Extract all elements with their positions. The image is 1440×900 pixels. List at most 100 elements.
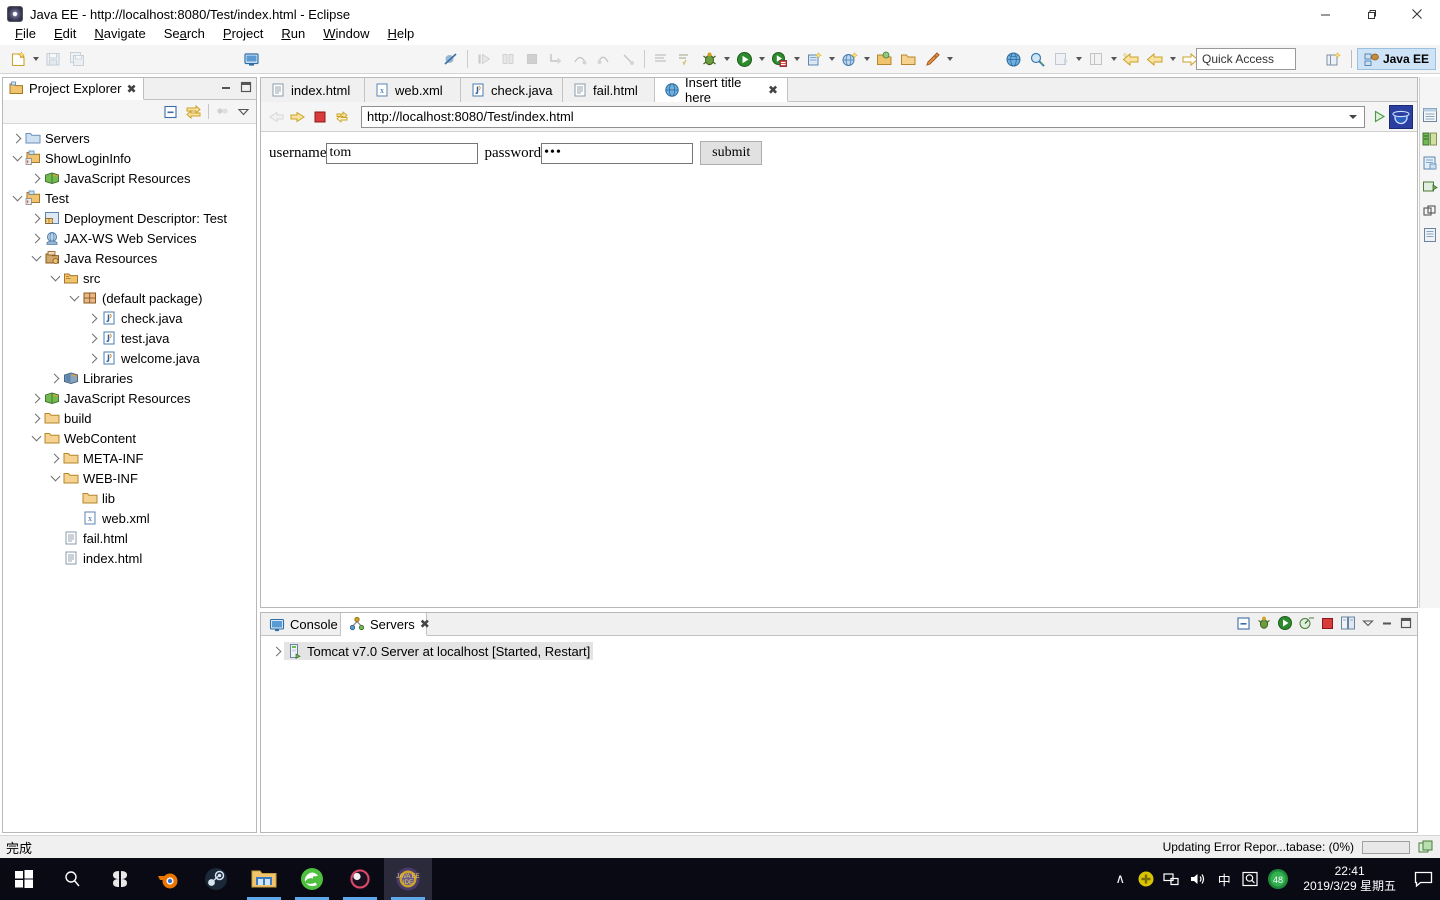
open-resource-icon[interactable] [873, 48, 895, 70]
panel-tab-servers[interactable]: Servers ✖ [341, 613, 430, 636]
tray-ime-icon[interactable]: 中 [1211, 858, 1237, 900]
open-perspective-button[interactable] [1322, 48, 1346, 70]
tray-overflow-button[interactable]: ∧ [1107, 858, 1133, 900]
tree-item-web-inf[interactable]: WEB-INF [3, 468, 256, 488]
project-tree[interactable]: Servers ShowLoginInfo JavaScript Resourc… [3, 124, 256, 830]
tree-item-web-xml[interactable]: x web.xml [3, 508, 256, 528]
tree-item-welcome-java[interactable]: welcome.java [3, 348, 256, 368]
editor-tab-web-xml[interactable]: x web.xml [365, 78, 461, 102]
tree-item-meta-inf[interactable]: META-INF [3, 448, 256, 468]
new-annotation-icon[interactable] [921, 48, 943, 70]
username-input[interactable] [326, 142, 479, 164]
run-on-server-dropdown-arrow-icon[interactable] [791, 48, 802, 70]
view-menu-arrow-icon[interactable] [1361, 616, 1375, 630]
chevron-down-icon[interactable] [30, 248, 43, 268]
servers-list[interactable]: Tomcat v7.0 Server at localhost [Started… [261, 636, 1417, 661]
perspective-java-ee-button[interactable]: Java EE [1356, 48, 1436, 70]
new-web-element-icon[interactable] [838, 48, 860, 70]
chevron-down-icon[interactable] [11, 148, 24, 168]
maximize-icon[interactable] [1399, 616, 1413, 630]
chevron-right-icon[interactable] [30, 408, 43, 428]
chevron-right-icon[interactable] [30, 388, 43, 408]
forward-arrow-icon[interactable] [287, 106, 309, 128]
chevron-right-icon[interactable] [30, 168, 43, 188]
chevron-right-icon[interactable] [49, 368, 62, 388]
steam-app[interactable] [192, 858, 240, 900]
palette-view-icon[interactable] [1422, 131, 1438, 147]
internet-explorer-icon[interactable] [1389, 104, 1413, 129]
close-icon[interactable]: ✖ [420, 617, 430, 631]
go-button[interactable] [1369, 106, 1389, 128]
tree-item-test-java[interactable]: test.java [3, 328, 256, 348]
debug-icon[interactable] [698, 48, 720, 70]
snippets-view-icon[interactable] [1422, 155, 1438, 171]
minimize-icon[interactable] [1380, 616, 1394, 630]
stop-server-icon[interactable] [1320, 616, 1335, 631]
tray-badge-icon[interactable]: 48 [1263, 858, 1293, 900]
publish-icon[interactable] [1340, 615, 1356, 631]
chevron-down-icon[interactable] [49, 268, 62, 288]
properties-view-icon[interactable] [1422, 179, 1438, 195]
url-bar[interactable]: http://localhost:8080/Test/index.html [361, 105, 1365, 128]
menu-project[interactable]: Project [214, 24, 272, 43]
server-row[interactable]: Tomcat v7.0 Server at localhost [Started… [261, 641, 1417, 661]
servers-view-icon[interactable] [1422, 227, 1438, 243]
tree-item-index-html[interactable]: index.html [3, 548, 256, 568]
refresh-icon[interactable] [331, 106, 353, 128]
view-menu-arrow-icon[interactable] [237, 105, 250, 118]
eclipse-app[interactable]: JAVA EE IDE [384, 858, 432, 900]
search-icon[interactable] [1026, 48, 1048, 70]
collapse-all-icon[interactable] [163, 104, 179, 120]
chevron-right-icon[interactable] [30, 228, 43, 248]
tree-item-lib[interactable]: lib [3, 488, 256, 508]
last-edit-dropdown-arrow-icon[interactable] [1073, 48, 1084, 70]
run-dropdown-arrow-icon[interactable] [756, 48, 767, 70]
chevron-right-icon[interactable] [87, 328, 100, 348]
collapse-all-icon[interactable] [1236, 616, 1251, 631]
menu-navigate[interactable]: Navigate [85, 24, 154, 43]
tree-item-showlogininfo[interactable]: ShowLoginInfo [3, 148, 256, 168]
url-history-dropdown-icon[interactable] [1346, 115, 1360, 119]
debug-dropdown-arrow-icon[interactable] [721, 48, 732, 70]
tree-item-src[interactable]: src [3, 268, 256, 288]
tree-item-javascript-resources[interactable]: JavaScript Resources [3, 388, 256, 408]
back-icon[interactable] [1144, 48, 1166, 70]
menu-window[interactable]: Window [314, 24, 378, 43]
tree-item-webcontent[interactable]: WebContent [3, 428, 256, 448]
password-input[interactable] [541, 142, 694, 164]
chevron-right-icon[interactable] [49, 448, 62, 468]
close-icon[interactable]: ✖ [126, 82, 136, 96]
menu-search[interactable]: Search [155, 24, 214, 43]
progress-view-icon[interactable] [1418, 840, 1434, 855]
tree-item-test[interactable]: Test [3, 188, 256, 208]
chevron-right-icon[interactable] [11, 128, 24, 148]
new-web-element-dropdown-arrow-icon[interactable] [861, 48, 872, 70]
chevron-right-icon[interactable] [87, 308, 100, 328]
debug-server-icon[interactable] [1256, 615, 1272, 631]
blender-app[interactable] [144, 858, 192, 900]
profile-server-icon[interactable] [1298, 615, 1315, 631]
menu-run[interactable]: Run [272, 24, 314, 43]
minimize-icon[interactable] [219, 80, 233, 94]
chevron-right-icon[interactable] [271, 641, 284, 661]
close-icon[interactable]: ✖ [768, 83, 778, 97]
tree-item-check-java[interactable]: check.java [3, 308, 256, 328]
editor-tab-insert-title-here[interactable]: Insert title here ✖ [655, 75, 788, 105]
web-browser-icon[interactable] [1002, 48, 1024, 70]
stop-icon[interactable] [309, 106, 331, 128]
maximize-icon[interactable] [239, 80, 253, 94]
new-server-icon[interactable] [240, 48, 262, 70]
editor-tab-check-java[interactable]: check.java [461, 78, 563, 102]
chevron-down-icon[interactable] [68, 288, 81, 308]
markers-view-icon[interactable] [1422, 203, 1438, 219]
new-java-project-dropdown-arrow-icon[interactable] [826, 48, 837, 70]
chevron-down-icon[interactable] [11, 188, 24, 208]
run-icon[interactable] [733, 48, 755, 70]
open-folder-icon[interactable] [897, 48, 919, 70]
new-wizard-dropdown-arrow-icon[interactable] [30, 48, 41, 70]
new-task-icon[interactable] [674, 48, 696, 70]
task-view-button[interactable] [96, 858, 144, 900]
taskbar-clock[interactable]: 22:41 2019/3/29 星期五 [1293, 864, 1406, 894]
panel-tab-console[interactable]: Console [261, 613, 341, 636]
tree-item-servers[interactable]: Servers [3, 128, 256, 148]
